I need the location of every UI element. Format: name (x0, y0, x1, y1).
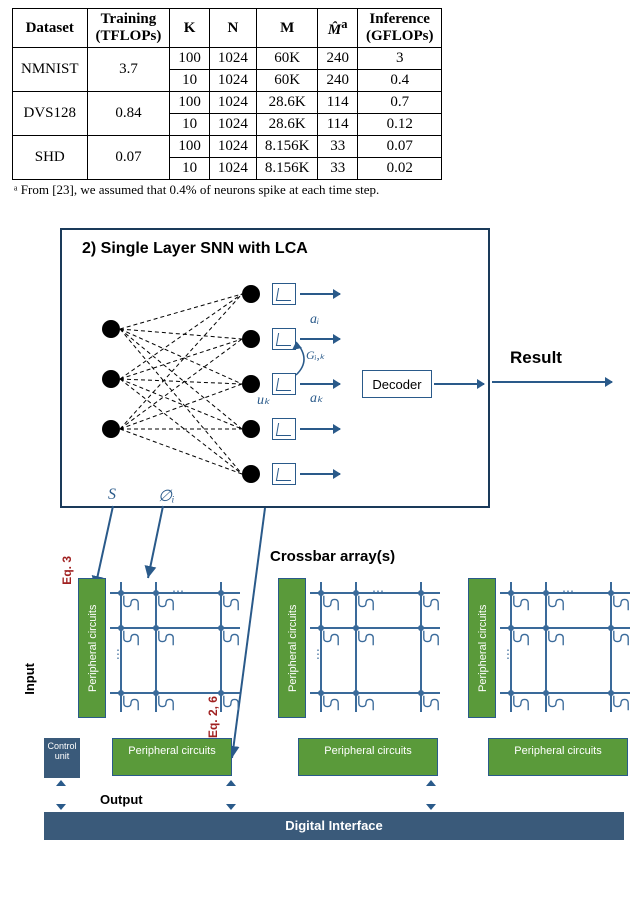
peripheral-circuits-horizontal: Peripheral circuits (488, 738, 628, 776)
memristor-icon (322, 594, 340, 612)
snn-title: 2) Single Layer SNN with LCA (82, 240, 308, 258)
control-unit: Control unit (44, 738, 80, 778)
output-node (242, 420, 260, 438)
col-n: N (209, 9, 256, 48)
arrow-icon (300, 338, 340, 340)
label-phi: ∅ᵢ (158, 486, 174, 506)
arrow-icon (300, 428, 340, 430)
memristor-icon (422, 629, 440, 647)
eq3-label: Eq. 3 (60, 556, 74, 585)
crossbar-grid: ⋯⋮ (500, 582, 630, 712)
lif-icon (272, 283, 296, 305)
col-m: M (256, 9, 318, 48)
input-node (102, 320, 120, 338)
crossbar-array: Peripheral circuits⋯⋮ (468, 578, 638, 718)
dbl-arrow-icon (226, 780, 236, 810)
memristor-icon (512, 594, 530, 612)
memristor-icon (122, 694, 140, 712)
arrow-icon (300, 383, 340, 385)
memristor-icon (122, 629, 140, 647)
memristor-icon (222, 629, 240, 647)
peripheral-circuits-horizontal: Peripheral circuits (298, 738, 438, 776)
dbl-arrow-icon (426, 780, 436, 810)
table-footnote: ᵃ From [23], we assumed that 0.4% of neu… (14, 182, 626, 198)
memristor-icon (157, 629, 175, 647)
arrow-icon (300, 293, 340, 295)
output-node (242, 330, 260, 348)
snn-box: 2) Single Layer SNN with LCA Decoder (60, 228, 490, 508)
crossbar-array: Peripheral circuits⋯⋮ (78, 578, 248, 718)
arrow-icon (300, 473, 340, 475)
peripheral-circuits-vertical: Peripheral circuits (78, 578, 106, 718)
memristor-icon (422, 594, 440, 612)
table-row: DVS1280.84100102428.6K1140.7 (13, 92, 442, 114)
memristor-icon (512, 629, 530, 647)
memristor-icon (422, 694, 440, 712)
figure: 2) Single Layer SNN with LCA Decoder (0, 218, 640, 898)
memristor-icon (222, 694, 240, 712)
memristor-icon (157, 694, 175, 712)
memristor-icon (547, 629, 565, 647)
label-ai: aᵢ (310, 312, 319, 328)
memristor-icon (322, 629, 340, 647)
input-label: Input (22, 663, 37, 695)
decoder-box: Decoder (362, 370, 432, 398)
memristor-icon (357, 629, 375, 647)
crossbar-title: Crossbar array(s) (270, 548, 395, 565)
memristor-icon (322, 694, 340, 712)
result-label: Result (510, 348, 562, 368)
memristor-icon (612, 694, 630, 712)
label-gik: Gᵢ,ₖ (306, 348, 325, 363)
memristor-icon (357, 694, 375, 712)
label-ak: aₖ (310, 390, 323, 407)
memristor-icon (222, 594, 240, 612)
crossbar-array: Peripheral circuits⋯⋮ (278, 578, 448, 718)
peripheral-circuits-vertical: Peripheral circuits (468, 578, 496, 718)
memristor-icon (122, 594, 140, 612)
input-node (102, 420, 120, 438)
col-training: Training(TFLOPs) (87, 9, 170, 48)
lif-icon (272, 373, 296, 395)
lif-icon (272, 328, 296, 350)
flops-table: Dataset Training(TFLOPs) K N M M̂a Infer… (12, 8, 442, 180)
crossbar-grid: ⋯⋮ (310, 582, 440, 712)
col-mhat: M̂a (318, 9, 358, 48)
dbl-arrow-icon (56, 780, 66, 810)
memristor-icon (512, 694, 530, 712)
col-inference: Inference(GFLOPs) (357, 9, 442, 48)
output-node (242, 285, 260, 303)
output-label: Output (100, 792, 143, 807)
lif-icon (272, 418, 296, 440)
output-node (242, 465, 260, 483)
arrow-icon (492, 381, 612, 383)
col-dataset: Dataset (13, 9, 88, 48)
memristor-icon (547, 694, 565, 712)
table-row: NMNIST3.7100102460K2403 (13, 48, 442, 70)
label-uk: uₖ (257, 392, 270, 409)
crossbar-grid: ⋯⋮ (110, 582, 240, 712)
digital-interface: Digital Interface (44, 812, 624, 840)
memristor-icon (612, 594, 630, 612)
label-s: S (108, 486, 116, 504)
lif-icon (272, 463, 296, 485)
input-node (102, 370, 120, 388)
peripheral-circuits-vertical: Peripheral circuits (278, 578, 306, 718)
memristor-icon (612, 629, 630, 647)
output-node (242, 375, 260, 393)
table-row: SHD0.0710010248.156K330.07 (13, 136, 442, 158)
peripheral-circuits-horizontal: Peripheral circuits (112, 738, 232, 776)
col-k: K (170, 9, 210, 48)
arrow-icon (434, 383, 484, 385)
